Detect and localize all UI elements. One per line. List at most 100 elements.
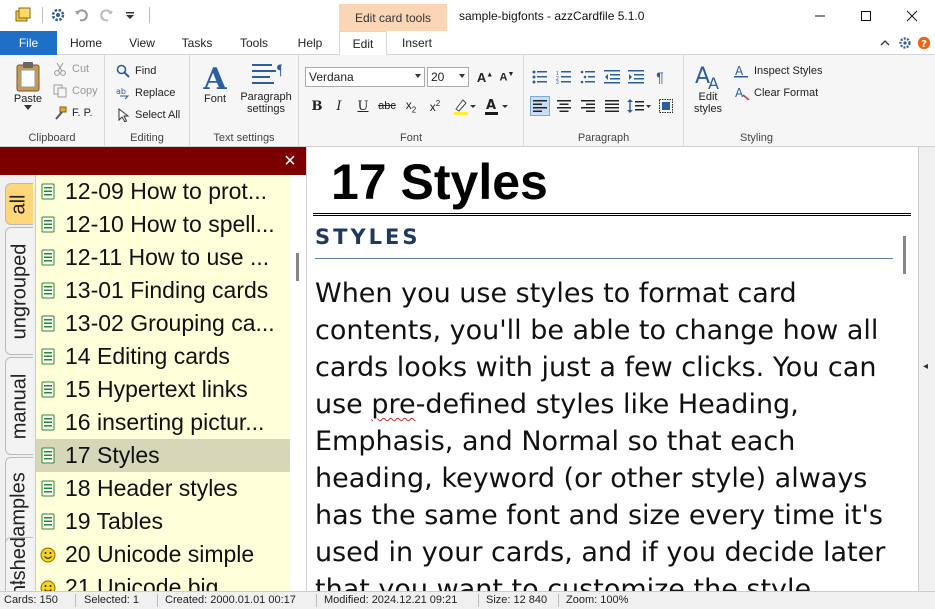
close-pane-icon[interactable]: × xyxy=(280,151,300,171)
scroll-tabs-right-icon[interactable]: ▸ xyxy=(20,577,25,588)
undo-icon[interactable] xyxy=(73,6,91,24)
tab-view[interactable]: View xyxy=(120,31,164,55)
svg-text:A: A xyxy=(486,98,496,113)
align-center-button[interactable] xyxy=(554,96,574,116)
scroll-tabs-left-icon[interactable]: ◂ xyxy=(10,577,15,588)
settings-gear-icon[interactable] xyxy=(897,35,913,51)
card-list-item[interactable]: 17 Styles xyxy=(36,439,290,472)
font-dialog-button[interactable]: A Font xyxy=(198,63,232,105)
tab-insert[interactable]: Insert xyxy=(394,31,440,55)
tab-home[interactable]: Home xyxy=(62,31,110,55)
right-side-panel: ◂ xyxy=(918,147,935,591)
highlighter-icon xyxy=(454,99,476,115)
strikethrough-button[interactable]: abc xyxy=(377,96,397,116)
card-list-item[interactable]: 15 Hypertext links xyxy=(36,373,290,406)
paragraph-settings-button[interactable]: ¶ Paragraph settings xyxy=(236,61,296,115)
select-all-icon xyxy=(115,107,131,123)
scrollbar-thumb[interactable] xyxy=(903,236,906,274)
scrollbar-thumb[interactable] xyxy=(296,253,299,281)
bold-button[interactable]: B xyxy=(307,96,327,116)
title-bar: Edit card tools sample-bigfonts - azzCar… xyxy=(0,0,935,31)
card-list-item[interactable]: 20 Unicode simple xyxy=(36,538,290,571)
grow-font-button[interactable]: A▲ xyxy=(475,67,495,87)
justify-button[interactable] xyxy=(602,96,622,116)
select-all-button[interactable]: Select All xyxy=(115,107,180,123)
multilevel-list-button[interactable] xyxy=(578,67,598,87)
card-list-item[interactable]: 18 Header styles xyxy=(36,472,290,505)
side-tab-ungrouped[interactable]: ungrouped xyxy=(5,227,33,355)
decrease-indent-button[interactable] xyxy=(602,67,622,87)
svg-text:A: A xyxy=(735,64,744,78)
card-icon xyxy=(40,216,56,234)
increase-indent-icon xyxy=(628,70,644,84)
card-list-item[interactable]: 21 Unicode big xyxy=(36,571,290,591)
card-editor[interactable]: 17 Styles STYLES When you use styles to … xyxy=(306,147,918,591)
copy-button[interactable]: Copy xyxy=(52,83,98,99)
align-right-button[interactable] xyxy=(578,96,598,116)
tab-file[interactable]: File xyxy=(0,31,57,55)
highlight-color-button[interactable] xyxy=(451,96,477,116)
replace-button[interactable]: ab Replace xyxy=(115,85,175,101)
card-list-scrollbar[interactable] xyxy=(290,175,306,591)
bullets-button[interactable] xyxy=(530,67,550,87)
shrink-font-button[interactable]: A▼ xyxy=(497,67,517,87)
card-list-item[interactable]: 14 Editing cards xyxy=(36,340,290,373)
card-body-text[interactable]: When you use styles to format card conte… xyxy=(315,275,905,591)
tab-tasks[interactable]: Tasks xyxy=(174,31,220,55)
clear-format-button[interactable]: A Clear Format xyxy=(734,85,818,101)
window-title: sample-bigfonts - azzCardfile 5.1.0 xyxy=(459,9,645,23)
card-list-item[interactable]: 13-02 Grouping ca... xyxy=(36,307,290,340)
app-cardfile-icon[interactable] xyxy=(14,6,32,24)
font-color-button[interactable]: A xyxy=(483,96,509,116)
editor-scrollbar[interactable] xyxy=(896,218,914,591)
underline-button[interactable]: U xyxy=(353,96,373,116)
show-paragraph-marks-button[interactable]: ¶ xyxy=(650,67,670,87)
minimize-button[interactable] xyxy=(797,0,843,31)
line-spacing-button[interactable] xyxy=(626,96,652,116)
font-size-combo[interactable]: 20 xyxy=(427,67,469,87)
font-a-icon: A xyxy=(202,63,227,93)
card-list-item[interactable]: 19 Tables xyxy=(36,505,290,538)
find-button[interactable]: Find xyxy=(115,63,156,79)
expand-panel-icon[interactable]: ◂ xyxy=(923,361,928,372)
format-painter-button[interactable]: F. P. xyxy=(52,105,93,121)
side-tab-manual[interactable]: manual xyxy=(5,357,33,455)
increase-indent-button[interactable] xyxy=(626,67,646,87)
card-list-item[interactable]: 12-09 How to prot... xyxy=(36,175,290,208)
clipboard-icon xyxy=(16,62,40,92)
customize-qat-icon[interactable] xyxy=(121,6,139,24)
paragraph-group: 123 ¶ Paragraph xyxy=(524,55,684,147)
maximize-button[interactable] xyxy=(843,0,889,31)
tab-tools[interactable]: Tools xyxy=(230,31,278,55)
tab-edit[interactable]: Edit xyxy=(339,31,387,56)
chevron-down-icon xyxy=(415,74,421,78)
collapse-ribbon-icon[interactable] xyxy=(877,35,893,51)
inspect-styles-button[interactable]: A Inspect Styles xyxy=(734,63,822,79)
borders-button[interactable] xyxy=(656,96,676,116)
card-list-item[interactable]: 12-11 How to use ... xyxy=(36,241,290,274)
paste-button[interactable]: Paste xyxy=(10,61,46,110)
settings-gear-icon[interactable] xyxy=(49,6,67,24)
superscript-button[interactable]: x2 xyxy=(425,96,445,116)
card-list-item[interactable]: 16 inserting pictur... xyxy=(36,406,290,439)
tab-help[interactable]: Help xyxy=(288,31,332,55)
redo-icon[interactable] xyxy=(97,6,115,24)
subscript-button[interactable]: x2 xyxy=(401,96,421,116)
clear-format-icon: A xyxy=(734,85,750,101)
card-list-item[interactable]: 12-10 How to spell... xyxy=(36,208,290,241)
misspelled-word: pre xyxy=(371,389,416,420)
cut-button[interactable]: Cut xyxy=(52,61,89,77)
editing-group: Find ab Replace Select All Editing xyxy=(105,55,190,147)
align-left-button[interactable] xyxy=(530,96,550,116)
side-tab-all[interactable]: all xyxy=(5,183,33,225)
italic-button[interactable]: I xyxy=(329,96,349,116)
edit-styles-button[interactable]: AA Edit styles xyxy=(690,63,726,115)
italic-icon: I xyxy=(336,98,342,114)
card-list-item[interactable]: 13-01 Finding cards xyxy=(36,274,290,307)
numbering-button[interactable]: 123 xyxy=(554,67,574,87)
card-list-item-title: 15 Hypertext links xyxy=(65,376,248,402)
close-window-button[interactable] xyxy=(889,0,935,31)
font-name-combo[interactable]: Verdana xyxy=(305,67,425,87)
help-icon[interactable]: ? xyxy=(916,35,932,51)
text-settings-group: A Font ¶ Paragraph settings Text setting… xyxy=(190,55,299,147)
